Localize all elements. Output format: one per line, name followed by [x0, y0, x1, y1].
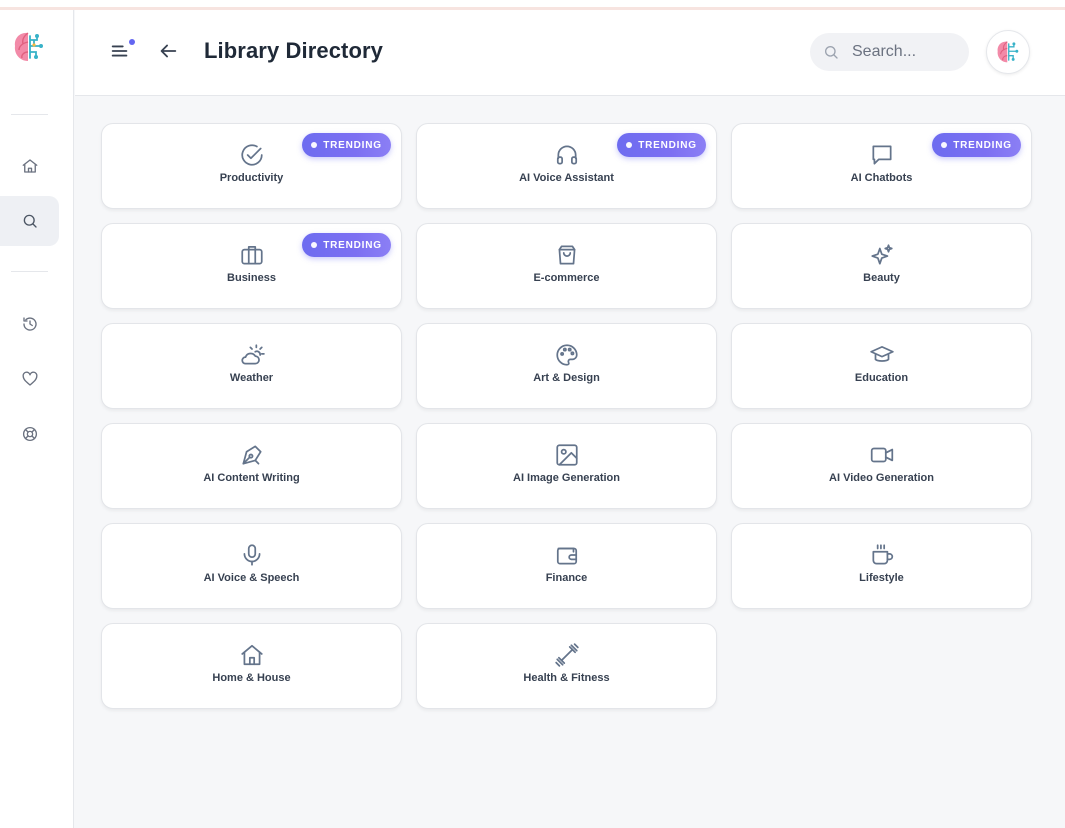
- image-icon: [554, 442, 580, 468]
- hamburger-menu-icon: [111, 45, 128, 57]
- coffee-cup-icon: [869, 542, 895, 568]
- trending-badge: TRENDING: [932, 133, 1021, 157]
- search-input[interactable]: [852, 33, 962, 71]
- sparkles-icon: [869, 242, 895, 268]
- category-label: Finance: [545, 572, 588, 584]
- category-label: AI Image Generation: [513, 472, 620, 484]
- category-card-ai-voice-and-speech[interactable]: AI Voice & Speech: [101, 523, 402, 609]
- palette-icon: [554, 342, 580, 368]
- shopping-bag-icon: [554, 242, 580, 268]
- category-card-home-and-house[interactable]: Home & House: [101, 623, 402, 709]
- category-grid: Productivity TRENDING AI Voice Assistant…: [101, 123, 1032, 709]
- category-card-ai-content-writing[interactable]: AI Content Writing: [101, 423, 402, 509]
- arrow-left-icon: [160, 44, 177, 58]
- category-card-ai-voice-assistant[interactable]: AI Voice Assistant TRENDING: [416, 123, 717, 209]
- category-card-ai-video-generation[interactable]: AI Video Generation: [731, 423, 1032, 509]
- trending-badge: TRENDING: [302, 133, 391, 157]
- badge-dot: [626, 142, 633, 148]
- trending-badge: TRENDING: [302, 233, 391, 257]
- badge-dot: [311, 142, 318, 148]
- category-card-finance[interactable]: Finance: [416, 523, 717, 609]
- brain-logo-icon[interactable]: [10, 28, 48, 66]
- category-card-business[interactable]: Business TRENDING: [101, 223, 402, 309]
- category-card-art-and-design[interactable]: Art & Design: [416, 323, 717, 409]
- back-button[interactable]: [157, 40, 181, 64]
- badge-label: TRENDING: [323, 239, 382, 251]
- category-label: Home & House: [212, 672, 291, 684]
- house-icon: [239, 642, 265, 668]
- category-label: Weather: [229, 372, 274, 384]
- trending-badge: TRENDING: [617, 133, 706, 157]
- brain-logo-icon: [997, 41, 1019, 63]
- chat-bubble-icon: [869, 142, 895, 168]
- sidebar-item-search[interactable]: [0, 196, 59, 246]
- sidebar-item-home[interactable]: [0, 141, 59, 191]
- cloud-sun-icon: [239, 342, 265, 368]
- category-label: Beauty: [863, 272, 900, 284]
- category-label: AI Chatbots: [850, 172, 913, 184]
- badge-label: TRENDING: [323, 139, 382, 151]
- heart-icon: [22, 371, 37, 386]
- category-label: Productivity: [219, 172, 284, 184]
- category-label: AI Content Writing: [203, 472, 300, 484]
- badge-dot: [311, 242, 318, 248]
- lifebuoy-icon: [22, 426, 37, 442]
- category-card-weather[interactable]: Weather: [101, 323, 402, 409]
- category-label: Art & Design: [533, 372, 600, 384]
- sidebar-item-favorites[interactable]: [0, 354, 59, 404]
- headphones-icon: [554, 142, 580, 168]
- briefcase-icon: [239, 242, 265, 268]
- category-label: AI Voice Assistant: [519, 172, 614, 184]
- graduation-cap-icon: [869, 342, 895, 368]
- sidebar: [0, 10, 74, 828]
- wallet-icon: [554, 542, 580, 568]
- category-label: AI Voice & Speech: [203, 572, 300, 584]
- dumbbell-icon: [554, 642, 580, 668]
- badge-label: TRENDING: [638, 139, 697, 151]
- search-box[interactable]: [810, 33, 969, 71]
- badge-dot: [941, 142, 948, 148]
- pen-tool-icon: [239, 442, 265, 468]
- notification-dot: [129, 39, 135, 45]
- top-accent-bar: [0, 0, 1065, 10]
- category-label: Lifestyle: [859, 572, 904, 584]
- category-card-education[interactable]: Education: [731, 323, 1032, 409]
- category-label: Business: [227, 272, 276, 284]
- category-label: AI Video Generation: [829, 472, 934, 484]
- category-card-beauty[interactable]: Beauty: [731, 223, 1032, 309]
- category-card-productivity[interactable]: Productivity TRENDING: [101, 123, 402, 209]
- avatar[interactable]: [986, 30, 1030, 74]
- sidebar-item-history[interactable]: [0, 299, 59, 349]
- category-label: E-commerce: [533, 272, 600, 284]
- top-header: Library Directory: [75, 10, 1065, 96]
- sidebar-divider: [11, 114, 48, 115]
- category-card-health-and-fitness[interactable]: Health & Fitness: [416, 623, 717, 709]
- category-label: Education: [854, 372, 909, 384]
- category-card-lifestyle[interactable]: Lifestyle: [731, 523, 1032, 609]
- search-icon: [825, 46, 838, 59]
- sidebar-divider: [11, 271, 48, 272]
- home-icon: [22, 159, 37, 173]
- check-circle-icon: [239, 142, 265, 168]
- video-icon: [869, 442, 895, 468]
- search-icon: [23, 214, 37, 228]
- category-label: Health & Fitness: [523, 672, 610, 684]
- page-title: Library Directory: [204, 38, 383, 63]
- badge-label: TRENDING: [953, 139, 1012, 151]
- sidebar-item-support[interactable]: [0, 409, 59, 459]
- category-card-ai-image-generation[interactable]: AI Image Generation: [416, 423, 717, 509]
- category-card-e-commerce[interactable]: E-commerce: [416, 223, 717, 309]
- microphone-icon: [239, 542, 265, 568]
- category-card-ai-chatbots[interactable]: AI Chatbots TRENDING: [731, 123, 1032, 209]
- history-icon: [22, 317, 37, 331]
